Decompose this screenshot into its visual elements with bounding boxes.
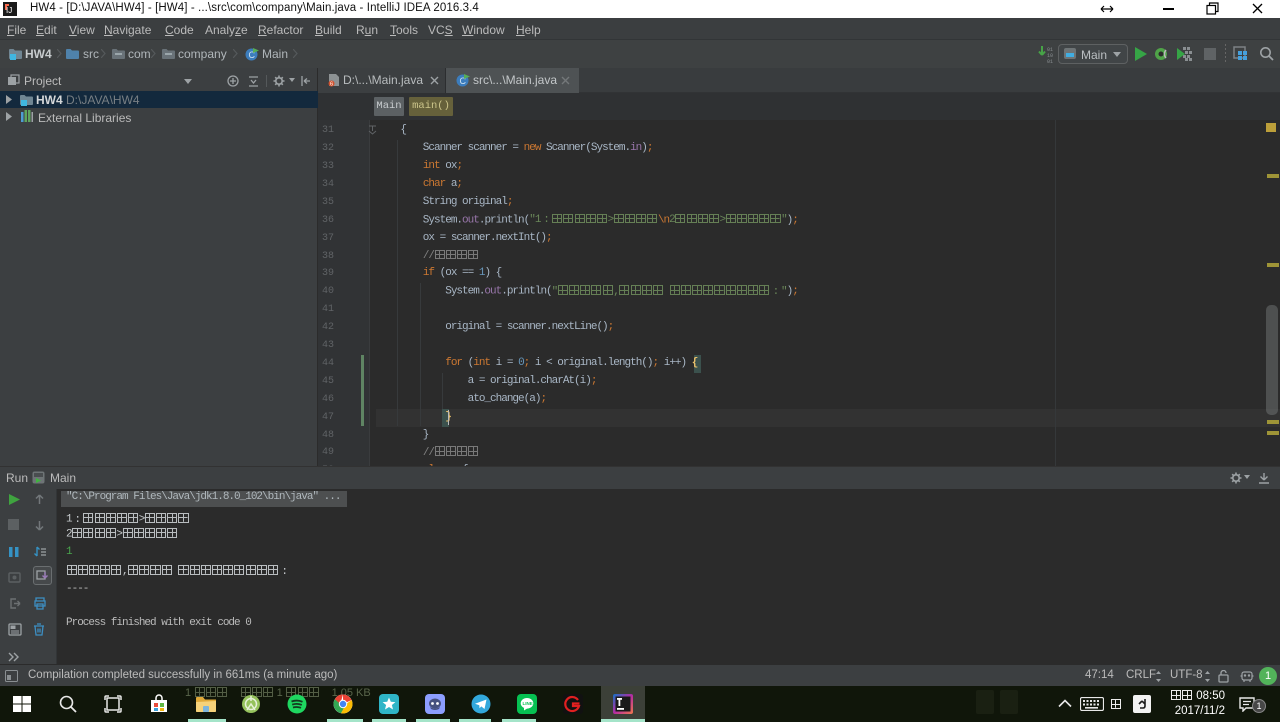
svg-text:IJ: IJ [6, 6, 12, 15]
svg-text:01: 01 [1047, 59, 1053, 63]
svg-text:6: 6 [330, 82, 333, 88]
svg-text:LINE: LINE [523, 701, 533, 706]
